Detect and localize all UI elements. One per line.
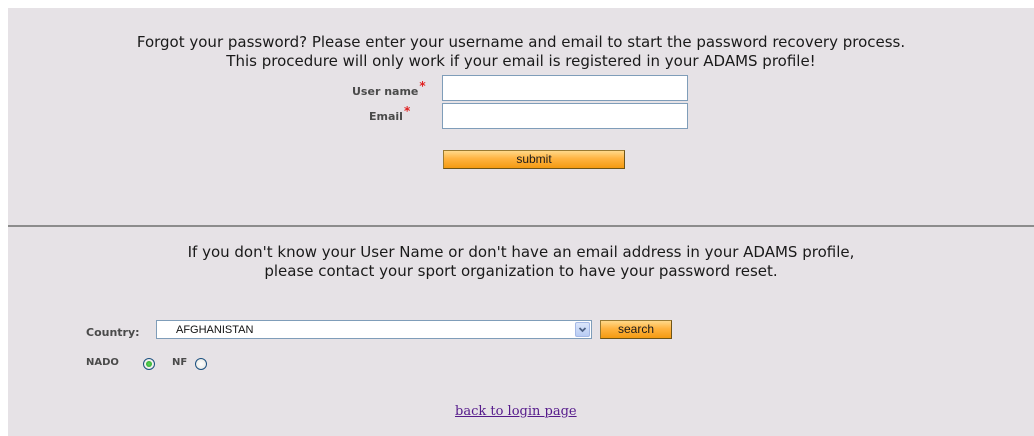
nf-label: NF [172, 357, 188, 368]
back-to-login-link[interactable]: back to login page [455, 404, 577, 419]
email-label-text: Email [369, 110, 403, 123]
username-input[interactable] [442, 75, 688, 101]
recovery-instructions-line2: This procedure will only work if your em… [226, 52, 816, 70]
password-recovery-panel: Forgot your password? Please enter your … [8, 8, 1034, 225]
username-required-mark: * [419, 79, 426, 93]
email-required-mark: * [403, 104, 411, 118]
contact-instructions: If you don't know your User Name or don'… [8, 243, 1034, 281]
contact-instructions-line2: please contact your sport organization t… [264, 262, 778, 280]
dropdown-arrow-icon[interactable] [575, 322, 590, 337]
contact-organization-panel: If you don't know your User Name or don'… [8, 227, 1034, 436]
username-label: User name* [352, 79, 426, 98]
nado-radio[interactable] [143, 358, 155, 370]
email-input[interactable] [442, 103, 688, 129]
email-label: Email* [369, 104, 410, 123]
country-select[interactable]: AFGHANISTAN [156, 320, 592, 339]
search-button[interactable]: search [600, 320, 672, 339]
country-selected-value: AFGHANISTAN [176, 324, 254, 336]
username-label-text: User name [352, 85, 419, 98]
country-label: Country: [86, 326, 140, 339]
contact-instructions-line1: If you don't know your User Name or don'… [187, 243, 855, 261]
recovery-instructions-line1: Forgot your password? Please enter your … [136, 33, 906, 51]
recovery-instructions: Forgot your password? Please enter your … [8, 33, 1034, 71]
nf-radio[interactable] [195, 358, 207, 370]
submit-button[interactable]: submit [443, 150, 625, 169]
nado-label: NADO [86, 357, 119, 368]
